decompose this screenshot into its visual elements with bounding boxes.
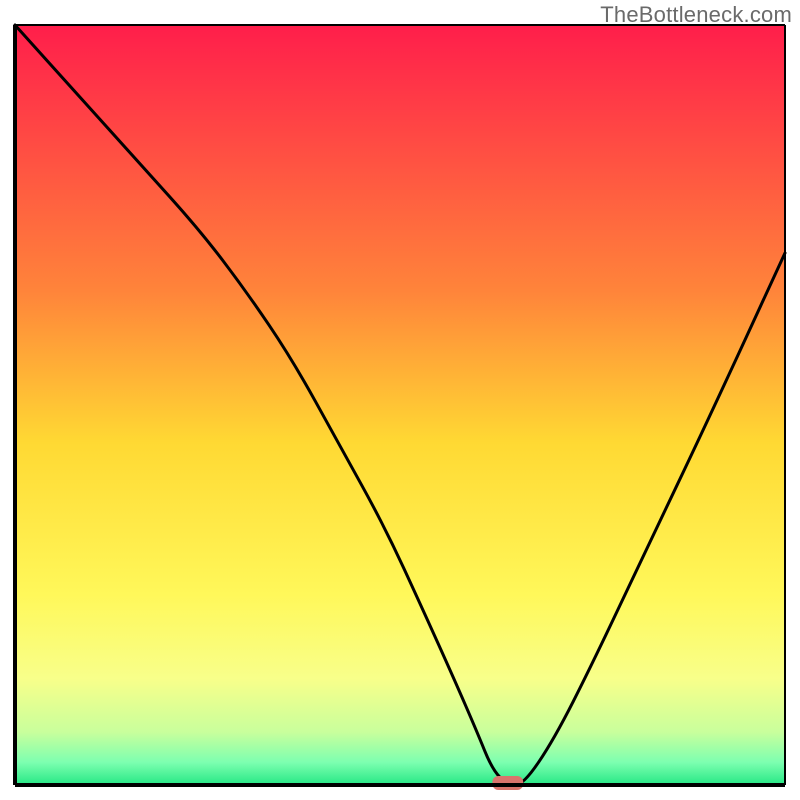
bottleneck-plot (0, 0, 800, 800)
plot-background (15, 25, 785, 785)
chart-canvas: TheBottleneck.com (0, 0, 800, 800)
